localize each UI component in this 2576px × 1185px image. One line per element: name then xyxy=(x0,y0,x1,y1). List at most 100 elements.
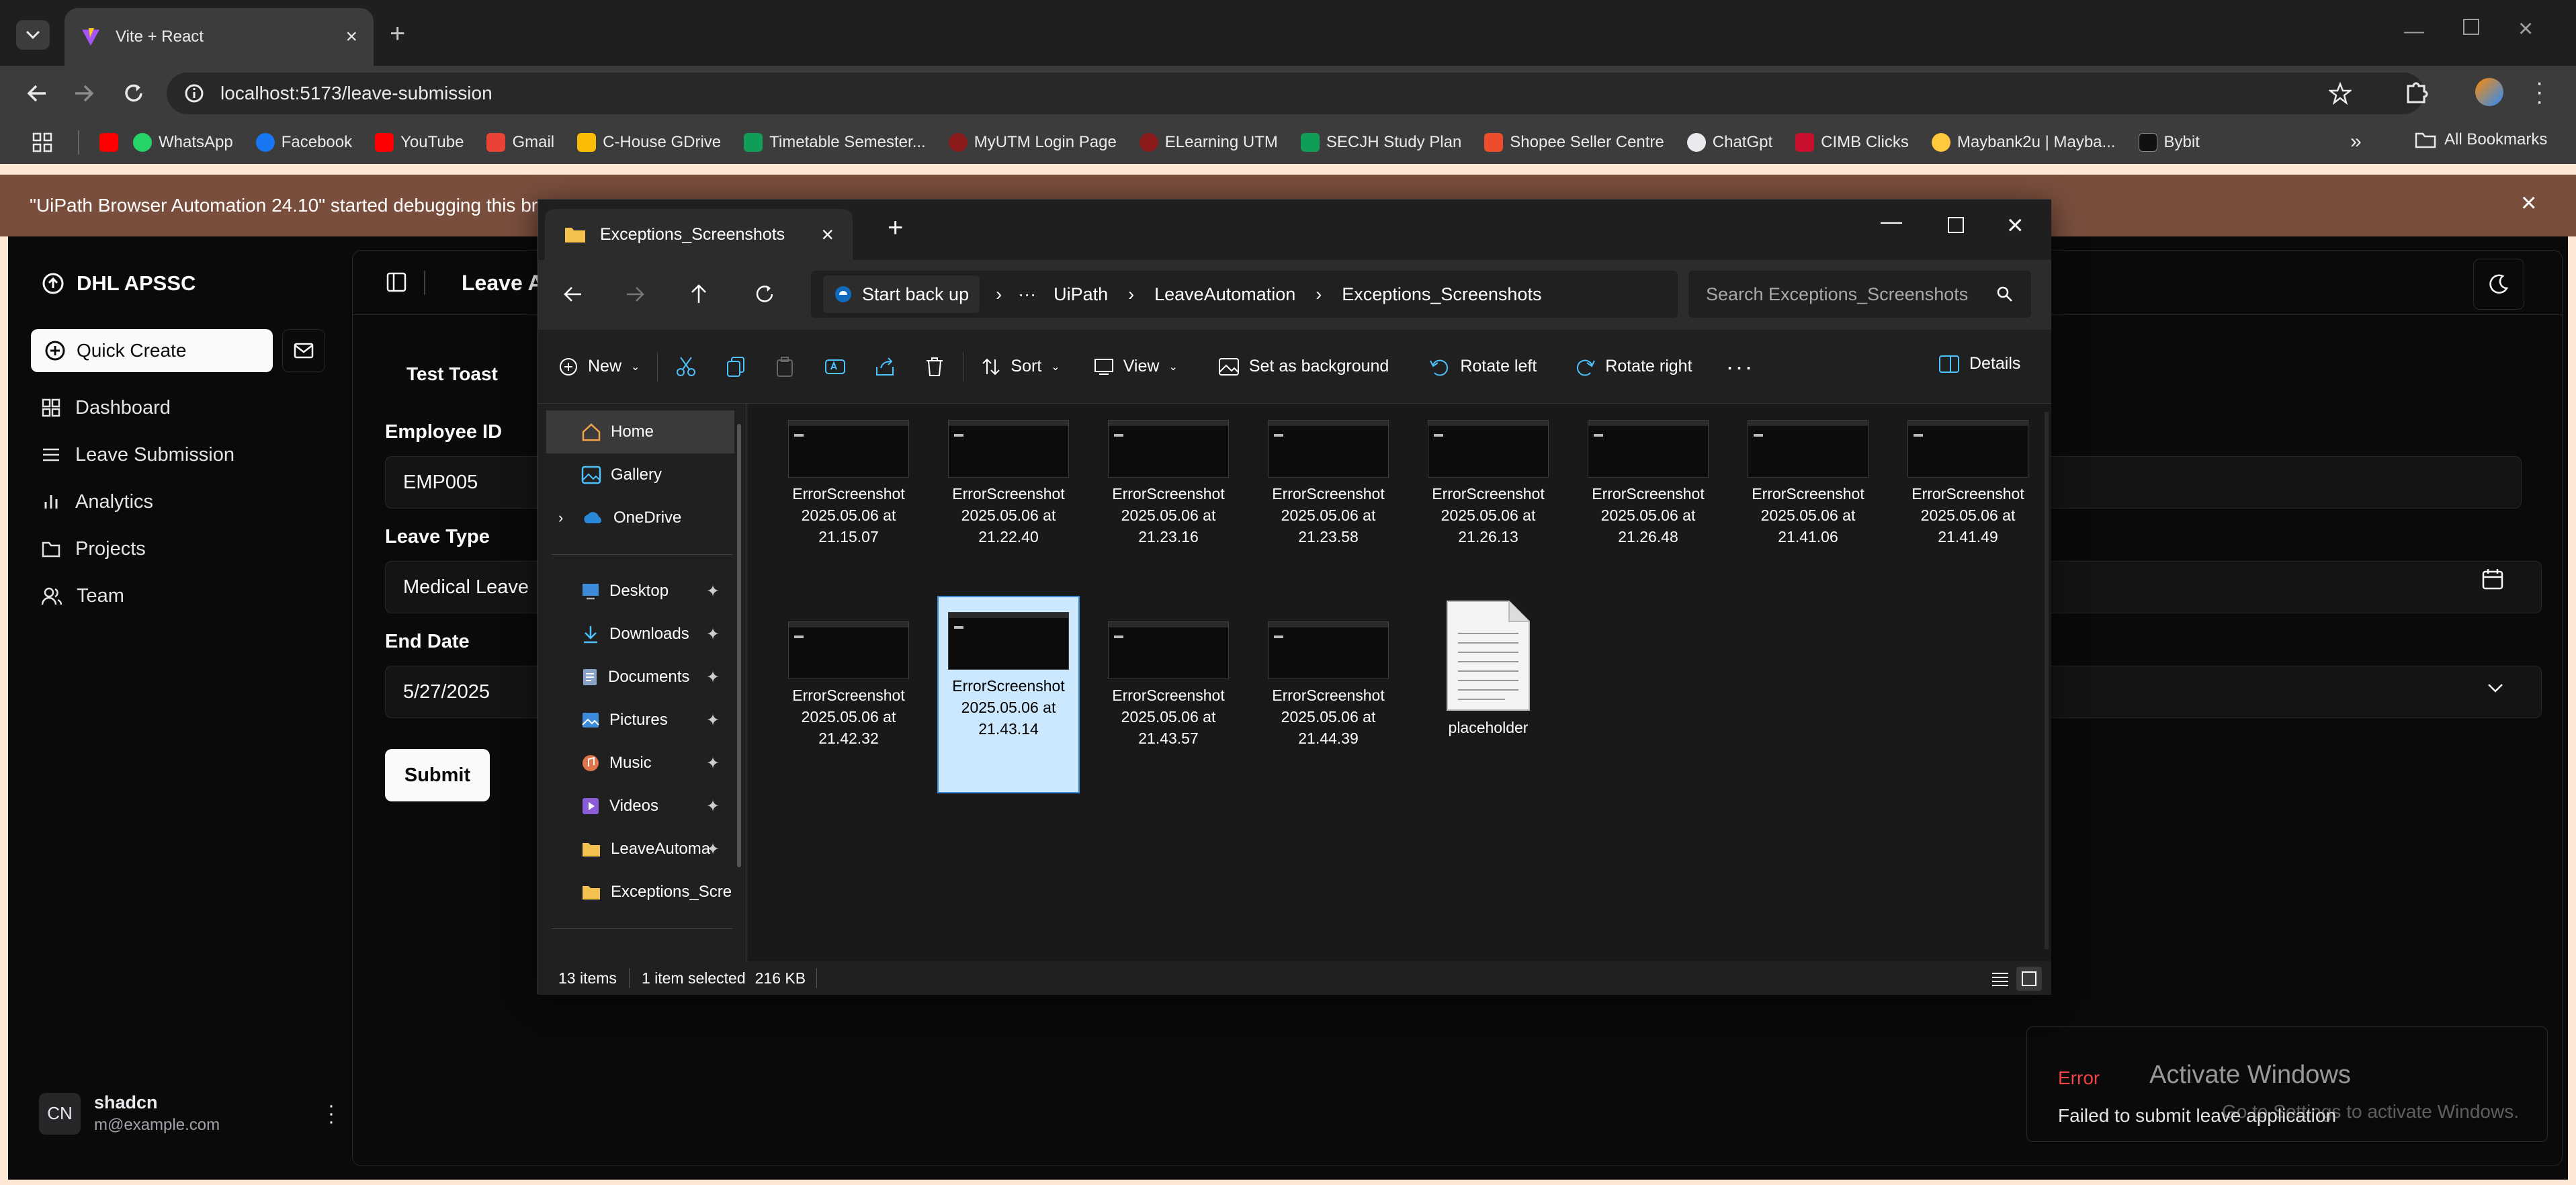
nav-pictures[interactable]: Pictures ✦ xyxy=(538,699,746,742)
file-item[interactable]: ErrorScreenshot 2025.05.06 at 21.23.58 xyxy=(1257,410,1400,547)
details-button[interactable]: Details xyxy=(1938,354,2020,374)
view-button[interactable]: View ⌄ xyxy=(1094,357,1178,376)
nav-scrollbar[interactable] xyxy=(737,424,741,867)
close-window-button[interactable]: × xyxy=(2518,15,2533,44)
bookmark-cimb[interactable]: CIMB Clicks xyxy=(1795,133,1909,152)
all-bookmarks-button[interactable]: All Bookmarks xyxy=(2415,130,2547,149)
tiles-view-button[interactable] xyxy=(2016,967,2042,991)
share-icon[interactable] xyxy=(874,356,896,378)
back-arrow-icon[interactable] xyxy=(562,284,583,304)
nav-gallery[interactable]: Gallery xyxy=(538,453,746,496)
bookmark-youtube[interactable]: YouTube xyxy=(375,133,464,152)
bookmark-whatsapp[interactable]: WhatsApp xyxy=(133,133,233,152)
refresh-icon[interactable] xyxy=(755,284,775,304)
bookmark-gmail[interactable]: Gmail xyxy=(486,133,554,152)
sort-button[interactable]: Sort ⌄ xyxy=(981,357,1060,377)
breadcrumb[interactable]: Start back up › ··· UiPath › LeaveAutoma… xyxy=(811,271,1678,318)
extensions-icon[interactable] xyxy=(2404,79,2430,105)
file-item[interactable]: ErrorScreenshot 2025.05.06 at 21.44.39 xyxy=(1257,612,1400,749)
rename-icon[interactable] xyxy=(824,356,846,378)
close-banner-icon[interactable]: × xyxy=(2521,188,2536,218)
file-item-placeholder[interactable]: placeholder xyxy=(1417,599,1559,738)
sidebar-item-projects[interactable]: Projects xyxy=(8,525,351,572)
rotate-right-button[interactable]: Rotate right xyxy=(1574,357,1692,377)
bookmark-chouse-gdrive[interactable]: C-House GDrive xyxy=(577,133,721,152)
more-options-icon[interactable]: ··· xyxy=(1726,353,1754,381)
nav-exceptions-screenshots[interactable]: Exceptions_Scre xyxy=(538,871,746,914)
site-info-icon[interactable] xyxy=(184,83,204,103)
paste-icon[interactable] xyxy=(775,356,796,378)
file-item[interactable]: ErrorScreenshot 2025.05.06 at 21.26.48 xyxy=(1577,410,1719,547)
bookmark-secjh[interactable]: SECJH Study Plan xyxy=(1300,133,1461,152)
bookmark-shopee[interactable]: Shopee Seller Centre xyxy=(1484,133,1664,152)
file-item-selected[interactable]: ErrorScreenshot 2025.05.06 at 21.43.14 xyxy=(937,596,1080,793)
chevron-down-icon[interactable] xyxy=(2487,682,2504,694)
sidebar-item-leave-submission[interactable]: Leave Submission xyxy=(8,431,351,478)
new-tab-button[interactable]: + xyxy=(888,213,903,243)
rotate-left-button[interactable]: Rotate left xyxy=(1429,357,1537,377)
file-item[interactable]: ErrorScreenshot 2025.05.06 at 21.41.49 xyxy=(1897,410,2039,547)
start-backup-button[interactable]: Start back up xyxy=(823,275,980,313)
maximize-button[interactable] xyxy=(1948,217,1964,233)
minimize-button[interactable]: — xyxy=(1881,209,1902,234)
apps-grid-icon[interactable] xyxy=(32,132,52,152)
browser-tab[interactable]: Vite + React × xyxy=(65,8,374,66)
bookmark-myutm[interactable]: MyUTM Login Page xyxy=(948,133,1117,152)
bookmark-maybank[interactable]: Maybank2u | Mayba... xyxy=(1931,133,2116,152)
content-scrollbar[interactable] xyxy=(2045,412,2049,949)
explorer-tab[interactable]: Exceptions_Screenshots × xyxy=(545,209,853,260)
set-as-background-button[interactable]: Set as background xyxy=(1218,357,1389,376)
forward-icon[interactable] xyxy=(73,82,95,105)
sidebar-toggle-icon[interactable] xyxy=(386,272,406,292)
sidebar-item-dashboard[interactable]: Dashboard xyxy=(8,384,351,431)
calendar-icon[interactable] xyxy=(2481,568,2504,590)
address-bar[interactable]: localhost:5173/leave-submission xyxy=(167,73,2424,114)
bookmark-timetable[interactable]: Timetable Semester... xyxy=(744,133,926,152)
file-item[interactable]: ErrorScreenshot 2025.05.06 at 21.41.06 xyxy=(1737,410,1879,547)
file-item[interactable]: ErrorScreenshot 2025.05.06 at 21.26.13 xyxy=(1417,410,1559,547)
more-path-icon[interactable]: ··· xyxy=(1018,284,1036,305)
breadcrumb-uipath[interactable]: UiPath xyxy=(1054,284,1108,305)
tab-list-button[interactable] xyxy=(16,20,50,50)
new-tab-button[interactable]: + xyxy=(390,19,405,49)
nav-documents[interactable]: Documents ✦ xyxy=(538,656,746,699)
bookmark-chatgpt[interactable]: ChatGpt xyxy=(1686,133,1772,152)
user-menu[interactable]: CN shadcn m@example.com · · · xyxy=(39,1092,335,1135)
file-item[interactable]: ErrorScreenshot 2025.05.06 at 21.42.32 xyxy=(777,612,920,749)
close-tab-icon[interactable]: × xyxy=(345,26,357,48)
sidebar-item-team[interactable]: Team xyxy=(8,572,351,619)
submit-button[interactable]: Submit xyxy=(385,749,490,801)
file-item[interactable]: ErrorScreenshot 2025.05.06 at 21.15.07 xyxy=(777,410,920,547)
profile-avatar[interactable] xyxy=(2475,78,2503,106)
restore-button[interactable] xyxy=(2463,19,2479,35)
nav-desktop[interactable]: Desktop ✦ xyxy=(538,570,746,613)
nav-videos[interactable]: Videos ✦ xyxy=(538,785,746,828)
reload-icon[interactable] xyxy=(122,82,145,105)
back-icon[interactable] xyxy=(26,82,48,105)
cut-icon[interactable] xyxy=(675,356,697,378)
more-vertical-icon[interactable]: · · · xyxy=(328,1095,335,1131)
nav-home[interactable]: Home xyxy=(546,410,734,453)
expand-chevron-icon[interactable]: › xyxy=(558,509,563,527)
close-tab-icon[interactable]: × xyxy=(821,222,834,247)
sidebar-item-analytics[interactable]: Analytics xyxy=(8,478,351,525)
bookmark-facebook[interactable]: Facebook xyxy=(255,133,352,152)
brand[interactable]: DHL APSSC xyxy=(42,271,196,296)
more-bookmarks-icon[interactable]: » xyxy=(2350,130,2362,153)
browser-menu-icon[interactable]: · · · xyxy=(2536,71,2543,113)
details-view-icon[interactable] xyxy=(1991,971,2010,987)
breadcrumb-leaveautomation[interactable]: LeaveAutomation xyxy=(1154,284,1295,305)
file-item[interactable]: ErrorScreenshot 2025.05.06 at 21.43.57 xyxy=(1097,612,1240,749)
minimize-button[interactable]: — xyxy=(2404,20,2424,43)
up-arrow-icon[interactable] xyxy=(689,283,709,304)
test-toast-button[interactable]: Test Toast xyxy=(406,363,498,385)
nav-music[interactable]: Music ✦ xyxy=(538,742,746,785)
bookmark-bybit[interactable]: Bybit xyxy=(2138,133,2200,152)
copy-icon[interactable] xyxy=(725,356,746,378)
youtube-bookmark-icon[interactable] xyxy=(99,133,118,152)
new-button[interactable]: New ⌄ xyxy=(558,357,640,377)
nav-downloads[interactable]: Downloads ✦ xyxy=(538,613,746,656)
nav-leaveautomation[interactable]: LeaveAutoma ✦ xyxy=(538,828,746,871)
file-item[interactable]: ErrorScreenshot 2025.05.06 at 21.23.16 xyxy=(1097,410,1240,547)
close-window-button[interactable]: × xyxy=(2007,209,2024,241)
